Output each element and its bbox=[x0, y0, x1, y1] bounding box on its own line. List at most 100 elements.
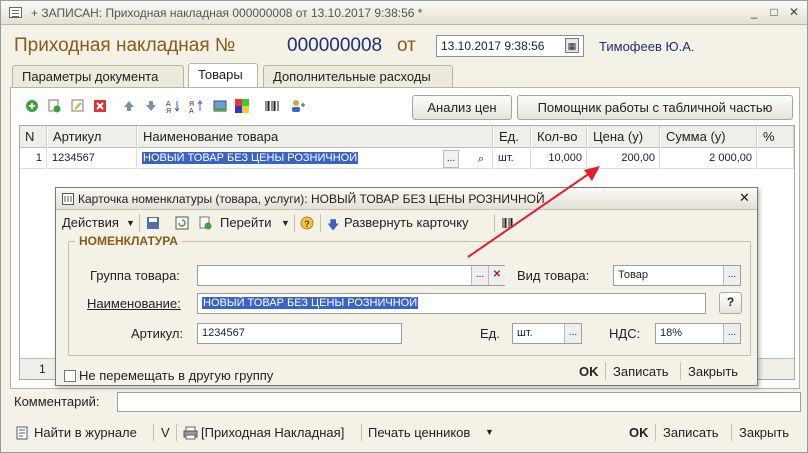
barcode-icon[interactable] bbox=[502, 217, 514, 229]
save-button[interactable]: Записать bbox=[663, 425, 719, 440]
author-link[interactable]: Тимофеев Ю.А. bbox=[599, 39, 695, 54]
vat-select-button[interactable]: ... bbox=[723, 324, 740, 343]
add-row-icon[interactable] bbox=[25, 99, 39, 113]
picture-icon[interactable] bbox=[213, 99, 227, 113]
copy-card-icon[interactable] bbox=[198, 216, 212, 230]
cell-name-value: НОВЫЙ ТОВАР БЕЗ ЦЕНЫ РОЗНИЧНОЙ bbox=[142, 152, 359, 164]
divider bbox=[680, 362, 681, 380]
restore-button[interactable]: □ bbox=[765, 4, 783, 21]
article-label: Артикул: bbox=[131, 326, 184, 341]
clear-icon[interactable]: ✕ bbox=[488, 266, 505, 285]
chevron-down-icon[interactable]: ▼ bbox=[485, 427, 494, 437]
cell-name[interactable]: НОВЫЙ ТОВАР БЕЗ ЦЕНЫ РОЗНИЧНОЙ bbox=[138, 149, 493, 169]
divider bbox=[655, 424, 656, 441]
tab-document-params[interactable]: Параметры документа bbox=[12, 65, 184, 87]
window-title: + ЗАПИСАН: Приходная накладная 000000008… bbox=[31, 6, 423, 20]
move-down-icon[interactable] bbox=[144, 99, 158, 113]
no-move-checkbox[interactable] bbox=[64, 370, 76, 382]
chevron-down-icon[interactable]: ▼ bbox=[281, 218, 290, 228]
tab-label: Товары bbox=[198, 67, 243, 82]
tab-goods[interactable]: Товары bbox=[188, 63, 258, 88]
name-label[interactable]: Наименование: bbox=[87, 296, 181, 311]
date-value: 13.10.2017 9:38:56 bbox=[441, 39, 545, 53]
find-in-journal-button[interactable]: Найти в журнале bbox=[34, 425, 137, 440]
dialog-close-button[interactable]: ✕ bbox=[739, 190, 750, 206]
date-field[interactable]: 13.10.2017 9:38:56 bbox=[436, 35, 584, 57]
move-up-icon[interactable] bbox=[122, 99, 136, 113]
cell-qty[interactable]: 10,000 bbox=[532, 149, 587, 169]
dialog-ok-button[interactable]: OK bbox=[579, 364, 599, 379]
refresh-icon[interactable] bbox=[175, 216, 189, 230]
svg-text:?: ? bbox=[304, 219, 310, 229]
color-icon[interactable] bbox=[235, 99, 249, 113]
divider bbox=[320, 214, 321, 232]
minimize-button[interactable]: _ bbox=[745, 4, 763, 21]
name-field[interactable]: НОВЫЙ ТОВАР БЕЗ ЦЕНЫ РОЗНИЧНОЙ bbox=[197, 293, 706, 314]
column-header-name[interactable]: Наименование товара bbox=[138, 126, 493, 148]
chevron-down-icon[interactable]: ▼ bbox=[126, 218, 135, 228]
dialog-close-text-button[interactable]: Закрыть bbox=[688, 364, 738, 379]
unit-select-button[interactable]: ... bbox=[564, 324, 581, 343]
v-button[interactable]: V bbox=[161, 425, 170, 440]
dialog-save-button[interactable]: Записать bbox=[613, 364, 669, 379]
article-field[interactable]: 1234567 bbox=[197, 323, 402, 344]
help-button[interactable]: ? bbox=[719, 292, 742, 314]
footer-count: 1 bbox=[39, 362, 46, 376]
divider bbox=[605, 362, 606, 380]
barcode-icon[interactable] bbox=[265, 99, 279, 113]
goto-menu[interactable]: Перейти bbox=[220, 215, 272, 230]
column-header-price[interactable]: Цена (у) bbox=[588, 126, 660, 148]
cell-price[interactable]: 200,00 bbox=[588, 149, 660, 169]
print-invoice-button[interactable]: [Приходная Накладная] bbox=[201, 425, 344, 440]
close-button[interactable]: Закрыть bbox=[739, 425, 789, 440]
edit-row-icon[interactable] bbox=[71, 99, 85, 113]
group-select-button[interactable]: ... bbox=[471, 266, 488, 285]
column-header-qty[interactable]: Кол-во bbox=[532, 126, 587, 148]
cell-n[interactable]: 1 bbox=[20, 149, 47, 169]
vat-label: НДС: bbox=[609, 326, 641, 341]
divider bbox=[494, 214, 495, 232]
comment-input[interactable] bbox=[117, 392, 801, 412]
button-label: Анализ цен bbox=[427, 100, 497, 115]
tab-extra-costs[interactable]: Дополнительные расходы bbox=[263, 65, 453, 87]
search-icon[interactable]: ⌕ bbox=[473, 150, 489, 168]
sort-desc-icon[interactable]: ЯA bbox=[189, 99, 203, 113]
expand-card-button[interactable]: Развернуть карточку bbox=[344, 215, 469, 230]
divider bbox=[731, 424, 732, 441]
help-icon[interactable]: ? bbox=[300, 216, 314, 230]
window-icon bbox=[9, 7, 22, 18]
column-header-sum[interactable]: Сумма (у) bbox=[661, 126, 757, 148]
save-card-icon[interactable] bbox=[146, 216, 160, 230]
delete-row-icon[interactable] bbox=[93, 99, 107, 113]
copy-row-icon[interactable] bbox=[47, 99, 61, 113]
group-label: Группа товара: bbox=[90, 268, 180, 283]
tab-label: Дополнительные расходы bbox=[273, 69, 431, 84]
column-header-article[interactable]: Артикул bbox=[48, 126, 137, 148]
divider bbox=[294, 214, 295, 232]
user-select-icon[interactable] bbox=[291, 99, 305, 113]
cell-sum[interactable]: 2 000,00 bbox=[661, 149, 757, 169]
column-header-unit[interactable]: Ед. bbox=[494, 126, 531, 148]
tab-label: Параметры документа bbox=[22, 69, 159, 84]
cell-unit[interactable]: шт. bbox=[494, 149, 531, 169]
divider bbox=[139, 214, 140, 232]
cell-name-select-button[interactable]: ... bbox=[443, 150, 459, 168]
cell-pct[interactable] bbox=[758, 149, 794, 169]
unit-label: Ед. bbox=[480, 326, 500, 341]
actions-menu[interactable]: Действия bbox=[62, 215, 119, 230]
table-assistant-button[interactable]: Помощник работы с табличной частью bbox=[517, 95, 793, 120]
column-header-pct[interactable]: % bbox=[758, 126, 794, 148]
kind-field[interactable]: Товар bbox=[613, 265, 741, 286]
column-header-n[interactable]: N bbox=[20, 126, 47, 148]
price-analysis-button[interactable]: Анализ цен bbox=[412, 95, 512, 120]
kind-select-button[interactable]: ... bbox=[723, 266, 740, 285]
divider bbox=[153, 424, 154, 441]
close-window-button[interactable]: ✕ bbox=[785, 4, 803, 21]
calendar-icon[interactable]: ▦ bbox=[565, 38, 579, 53]
cell-article[interactable]: 1234567 bbox=[48, 149, 137, 169]
ok-button[interactable]: OK bbox=[629, 425, 649, 440]
from-label: от bbox=[397, 35, 416, 56]
group-field[interactable] bbox=[197, 265, 505, 286]
print-tags-button[interactable]: Печать ценников bbox=[368, 425, 470, 440]
sort-asc-icon[interactable]: AЯ bbox=[166, 99, 180, 113]
